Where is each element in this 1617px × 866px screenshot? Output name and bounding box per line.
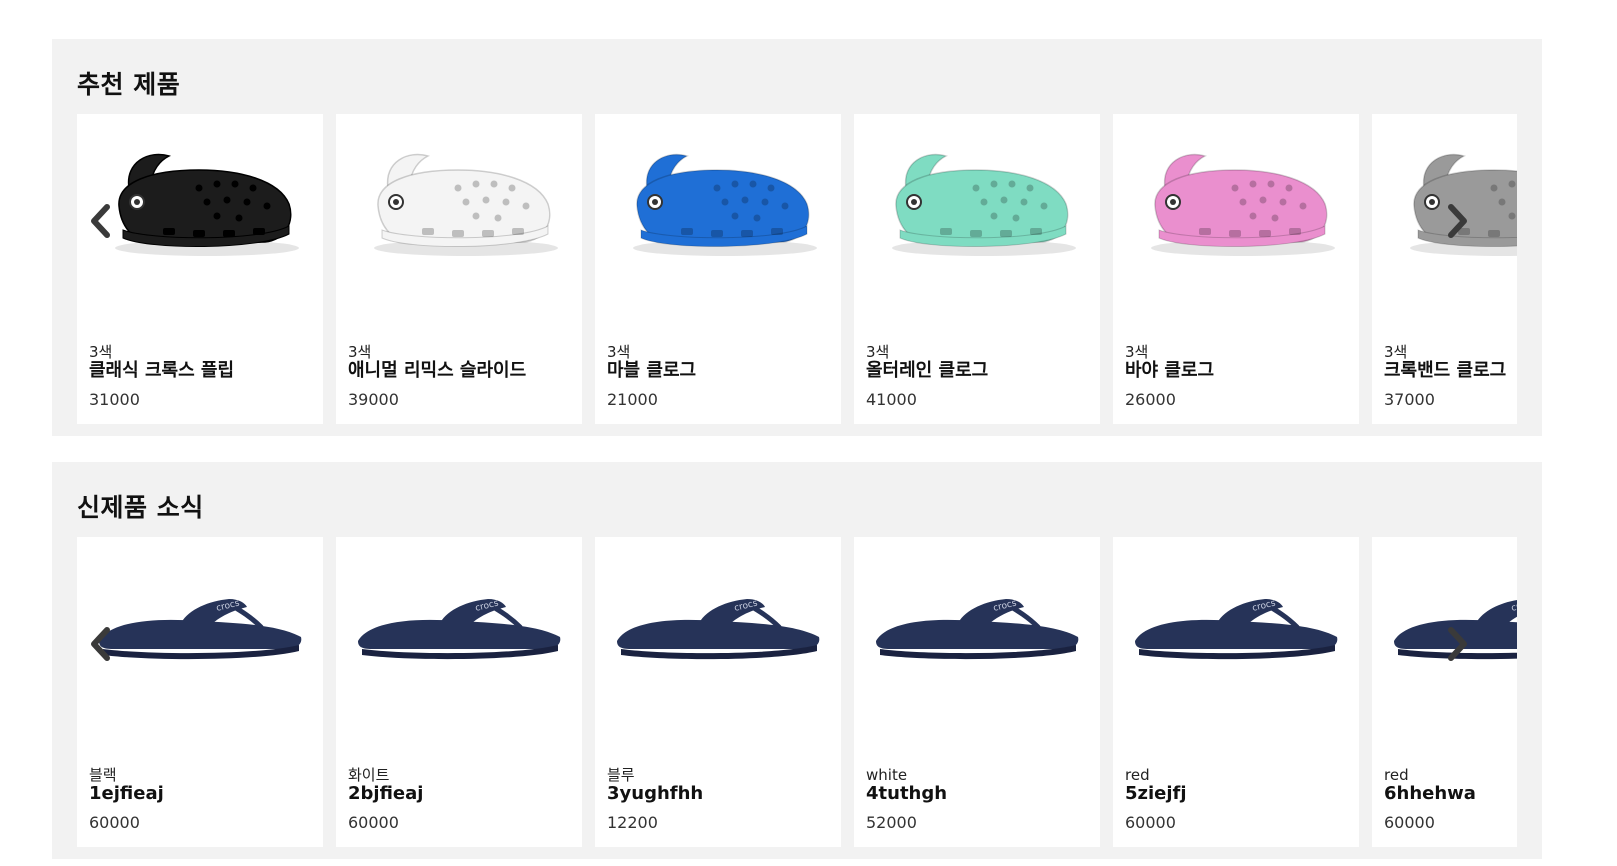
product-name[interactable]: 4tuthgh [866, 783, 947, 805]
flip-flop-image: crocs [99, 598, 302, 660]
product-variant: red [1384, 766, 1409, 784]
product-variant: 화이트 [348, 766, 390, 784]
carousel-track: 3색 클래식 크록스 플립 31000 3색 애니멀 리믹스 슬라이드 39000 [77, 114, 1517, 424]
section-title-recommended: 추천 제품 [77, 70, 181, 99]
carousel-prev-button[interactable] [80, 622, 120, 666]
product-variant: 3색 [866, 343, 890, 361]
product-variant: white [866, 766, 908, 784]
product-variant: red [1125, 766, 1150, 784]
flip-flop-image: crocs [617, 598, 820, 660]
clog-image [633, 153, 817, 256]
carousel-next-button[interactable] [1438, 199, 1478, 243]
product-name[interactable]: 2bjfieaj [348, 783, 423, 805]
product-image[interactable] [607, 126, 829, 266]
product-variant: 3색 [348, 343, 372, 361]
clog-image [115, 153, 299, 256]
product-price: 60000 [1384, 813, 1435, 832]
product-variant: 3색 [607, 343, 631, 361]
product-price: 12200 [607, 813, 658, 832]
flip-flop-image: crocs [876, 598, 1079, 660]
product-name[interactable]: 마블 클로그 [607, 360, 696, 382]
carousel-prev-button[interactable] [80, 199, 120, 243]
product-image[interactable]: crocs [1125, 549, 1347, 689]
product-price: 39000 [348, 390, 399, 409]
flip-flop-image: crocs [1135, 598, 1338, 660]
product-variant: 3색 [1125, 343, 1149, 361]
recommended-carousel: 3색 클래식 크록스 플립 31000 3색 애니멀 리믹스 슬라이드 39000 [77, 114, 1517, 424]
product-name[interactable]: 6hhehwa [1384, 783, 1476, 805]
chevron-right-icon [1448, 627, 1467, 661]
new-arrivals-section: 신제품 소식 crocs 블랙 1ejfieaj 60000 crocs 화이트 2b… [52, 462, 1542, 859]
product-image[interactable]: crocs [1384, 549, 1517, 689]
product-image[interactable]: crocs [607, 549, 829, 689]
product-price: 41000 [866, 390, 917, 409]
product-name[interactable]: 바야 클로그 [1125, 360, 1214, 382]
product-image[interactable] [866, 126, 1088, 266]
product-name[interactable]: 클래식 크록스 플립 [89, 360, 234, 382]
product-card[interactable]: crocs red 6hhehwa 60000 [1372, 537, 1517, 847]
product-price: 26000 [1125, 390, 1176, 409]
product-card[interactable]: 3색 애니멀 리믹스 슬라이드 39000 [336, 114, 582, 424]
product-card[interactable]: crocs 블루 3yughfhh 12200 [595, 537, 841, 847]
product-price: 52000 [866, 813, 917, 832]
product-price: 31000 [89, 390, 140, 409]
product-image[interactable]: crocs [89, 549, 311, 689]
product-image[interactable]: crocs [348, 549, 570, 689]
product-image[interactable] [1384, 126, 1517, 266]
product-name[interactable]: 5ziejfj [1125, 783, 1187, 805]
product-name[interactable]: 1ejfieaj [89, 783, 164, 805]
chevron-left-icon [91, 627, 110, 661]
product-price: 60000 [348, 813, 399, 832]
product-name[interactable]: 올터레인 클로그 [866, 360, 988, 382]
product-card[interactable]: 3색 올터레인 클로그 41000 [854, 114, 1100, 424]
product-variant: 3색 [89, 343, 113, 361]
chevron-right-icon [1448, 204, 1467, 238]
product-card[interactable]: crocs 화이트 2bjfieaj 60000 [336, 537, 582, 847]
product-image[interactable]: crocs [866, 549, 1088, 689]
product-name[interactable]: 애니멀 리믹스 슬라이드 [348, 360, 526, 382]
clog-image [374, 153, 558, 256]
product-card[interactable]: 3색 마블 클로그 21000 [595, 114, 841, 424]
product-card[interactable]: 3색 크록밴드 클로그 37000 [1372, 114, 1517, 424]
clog-image [1151, 153, 1335, 256]
product-card[interactable]: 3색 클래식 크록스 플립 31000 [77, 114, 323, 424]
clog-image [1410, 153, 1517, 256]
product-image[interactable] [348, 126, 570, 266]
section-title-new-arrivals: 신제품 소식 [77, 493, 204, 522]
product-image[interactable] [1125, 126, 1347, 266]
product-image[interactable] [89, 126, 311, 266]
product-price: 60000 [89, 813, 140, 832]
product-price: 60000 [1125, 813, 1176, 832]
carousel-track: crocs 블랙 1ejfieaj 60000 crocs 화이트 2bjfieaj 6… [77, 537, 1517, 847]
recommended-products-section: 추천 제품 3색 클래식 크록스 플립 31000 3색 애니멀 리믹스 슬라이… [52, 39, 1542, 436]
new-arrivals-carousel: crocs 블랙 1ejfieaj 60000 crocs 화이트 2bjfieaj 6… [77, 537, 1517, 847]
product-card[interactable]: 3색 바야 클로그 26000 [1113, 114, 1359, 424]
product-price: 21000 [607, 390, 658, 409]
carousel-next-button[interactable] [1438, 622, 1478, 666]
product-card[interactable]: crocs red 5ziejfj 60000 [1113, 537, 1359, 847]
product-name[interactable]: 3yughfhh [607, 783, 703, 805]
product-variant: 블랙 [89, 766, 117, 784]
flip-flop-image: crocs [1394, 598, 1517, 660]
flip-flop-image: crocs [358, 598, 561, 660]
product-name[interactable]: 크록밴드 클로그 [1384, 360, 1506, 382]
chevron-left-icon [91, 204, 110, 238]
product-price: 37000 [1384, 390, 1435, 409]
clog-image [892, 153, 1076, 256]
product-card[interactable]: crocs 블랙 1ejfieaj 60000 [77, 537, 323, 847]
product-variant: 블루 [607, 766, 635, 784]
product-card[interactable]: crocs white 4tuthgh 52000 [854, 537, 1100, 847]
product-variant: 3색 [1384, 343, 1408, 361]
